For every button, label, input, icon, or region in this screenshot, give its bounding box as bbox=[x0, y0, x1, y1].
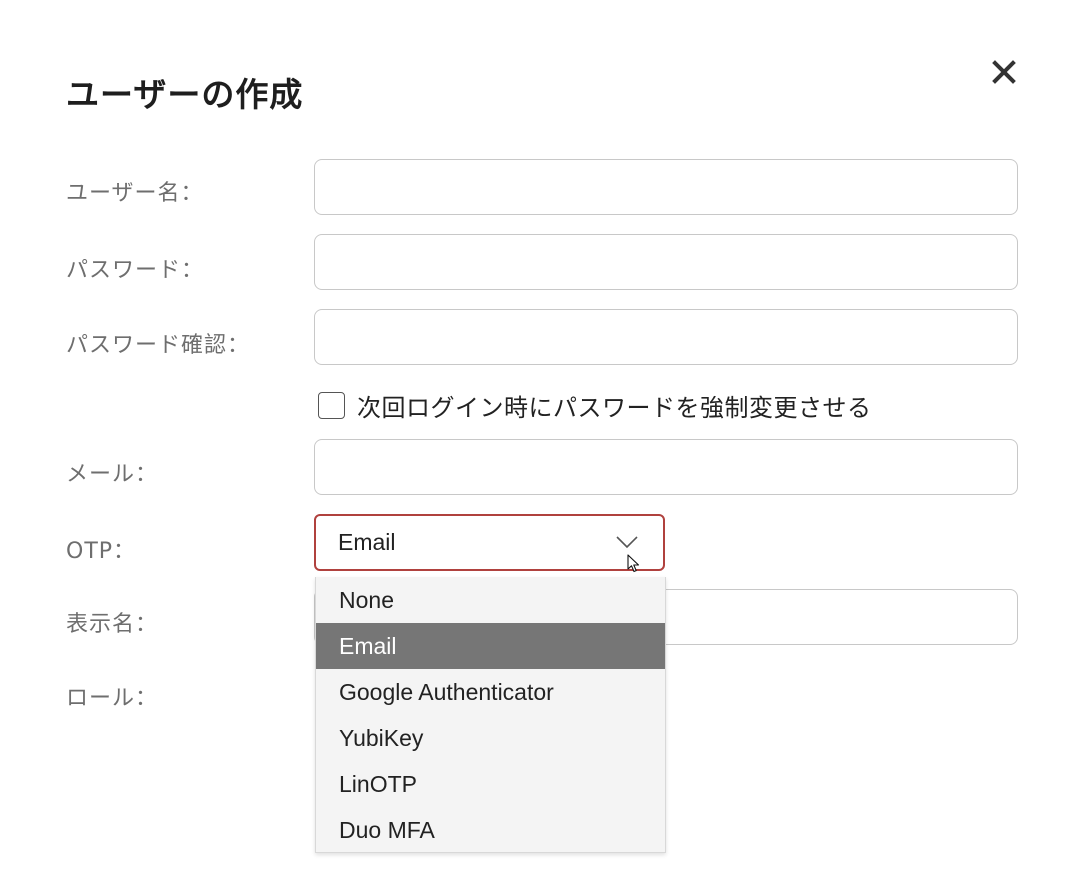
otp-select-value: Email bbox=[338, 529, 396, 555]
password-confirm-label: パスワード確認： bbox=[66, 333, 251, 358]
force-password-change-checkbox[interactable] bbox=[318, 391, 345, 419]
email-label: メール： bbox=[66, 462, 159, 487]
role-label: ロール： bbox=[66, 686, 159, 711]
close-icon bbox=[992, 60, 1016, 84]
email-input[interactable] bbox=[314, 439, 1018, 495]
otp-select[interactable]: Email bbox=[314, 514, 665, 571]
otp-option-yubikey[interactable]: YubiKey bbox=[316, 715, 665, 761]
otp-option-google-authenticator[interactable]: Google Authenticator bbox=[316, 669, 665, 715]
chevron-down-icon bbox=[616, 536, 638, 549]
otp-label: OTP： bbox=[66, 539, 137, 564]
password-input[interactable] bbox=[314, 234, 1018, 290]
close-button[interactable] bbox=[984, 52, 1024, 92]
password-confirm-input[interactable] bbox=[314, 309, 1018, 365]
dialog-title: ユーザーの作成 bbox=[66, 75, 304, 114]
otp-option-linotp[interactable]: LinOTP bbox=[316, 761, 665, 807]
otp-option-email[interactable]: Email bbox=[316, 623, 665, 669]
password-label: パスワード： bbox=[66, 258, 205, 283]
otp-option-duo-mfa[interactable]: Duo MFA bbox=[316, 807, 665, 853]
otp-dropdown-list: None Email Google Authenticator YubiKey … bbox=[315, 577, 666, 853]
mouse-pointer-icon bbox=[627, 554, 640, 573]
force-password-change-row[interactable]: 次回ログイン時にパスワードを強制変更させる bbox=[318, 390, 872, 422]
username-input[interactable] bbox=[314, 159, 1018, 215]
otp-option-none[interactable]: None bbox=[316, 577, 665, 623]
create-user-dialog: ユーザーの作成 ユーザー名： パスワード： パスワード確認： 次回ログイン時にパ… bbox=[0, 0, 1080, 876]
force-password-change-label: 次回ログイン時にパスワードを強制変更させる bbox=[357, 393, 872, 422]
username-label: ユーザー名： bbox=[66, 181, 204, 206]
display-name-label: 表示名： bbox=[66, 612, 159, 637]
